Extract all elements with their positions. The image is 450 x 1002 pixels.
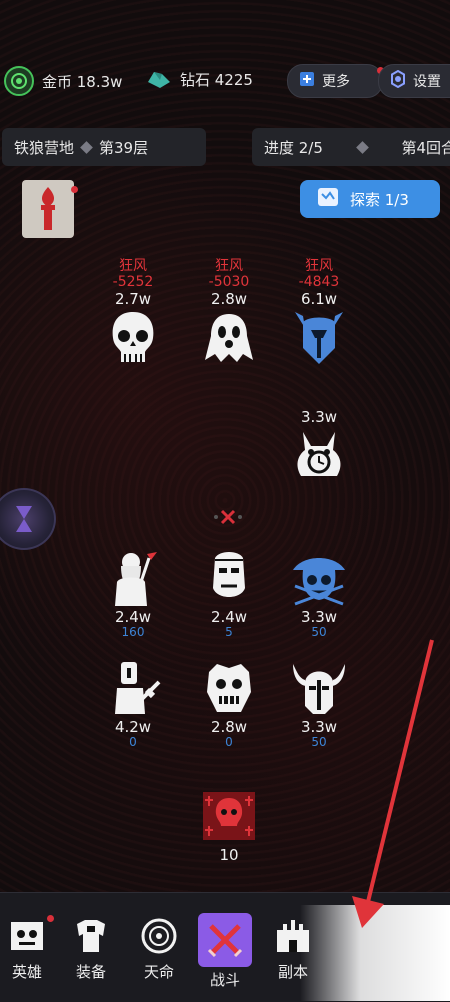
tab-fate-label: 天命	[143, 963, 174, 981]
tab-equipment[interactable]: 装备	[60, 913, 122, 982]
hero-unit[interactable]: 3.3w 50	[274, 658, 364, 749]
explore-button[interactable]: 探索 1/3	[300, 180, 440, 218]
status-effect: 狂风	[215, 258, 243, 274]
tab-heroes-label: 英雄	[11, 963, 42, 981]
cyborg-face-icon	[213, 552, 245, 597]
hero-hp: 3.3w	[300, 608, 338, 626]
pirate-skull-icon	[293, 558, 345, 606]
location-name: 铁狼营地	[14, 138, 75, 157]
armor-icon	[68, 913, 114, 959]
gear-icon	[389, 69, 407, 92]
settings-button[interactable]: 设置	[378, 64, 450, 98]
damage-number: -5030	[208, 274, 250, 290]
enemy-hp: 2.8w	[210, 290, 248, 308]
settings-label: 设置	[413, 74, 441, 90]
fate-icon	[136, 913, 182, 959]
enemy-unit[interactable]: 狂风 -5030 2.8w	[184, 258, 274, 368]
hero-hp: 4.2w	[114, 718, 152, 736]
separator-diamond-icon	[355, 140, 369, 154]
scroll-map-icon	[316, 185, 340, 213]
lion-mask-icon	[207, 664, 251, 712]
more-icon	[298, 70, 316, 92]
knight-sword-icon	[115, 662, 161, 714]
hero-hp: 3.3w	[300, 718, 338, 736]
hero-sub-value: 50	[311, 735, 327, 749]
torch-item[interactable]	[22, 180, 80, 238]
ghost-icon	[205, 314, 253, 362]
enemy-unit[interactable]: 3.3w	[274, 408, 364, 486]
hero-unit[interactable]: 2.4w 5	[184, 548, 274, 639]
skull-icon	[112, 312, 154, 362]
hero-sub-value: 0	[129, 735, 137, 749]
tab-heroes[interactable]: 英雄	[0, 913, 58, 982]
hero-sub-value: 5	[225, 625, 233, 639]
hero-hp: 2.4w	[210, 608, 248, 626]
progress-text: 进度 2/5	[264, 138, 323, 157]
damage-number: -5252	[112, 274, 154, 290]
tab-fate[interactable]: 天命	[128, 913, 190, 982]
damage-number: -4843	[298, 274, 340, 290]
hero-unit[interactable]: 2.8w 0	[184, 658, 274, 749]
gold-label: 金币 18.3w	[42, 72, 123, 91]
hero-unit[interactable]: 2.4w 160	[88, 548, 178, 639]
diamond-resource: 钻石 4225	[146, 66, 253, 92]
enemy-unit[interactable]: 狂风 -4843 6.1w	[274, 258, 364, 368]
hero-sub-value: 0	[225, 735, 233, 749]
horned-helmet-icon	[295, 312, 343, 364]
demon-mask-icon	[297, 432, 341, 476]
red-skull-totem-icon	[203, 792, 255, 840]
hero-hp: 2.4w	[114, 608, 152, 626]
torch-icon	[41, 187, 55, 230]
status-effect: 狂风	[305, 258, 333, 274]
floor-number: 第39层	[99, 138, 149, 157]
hero-hp: 2.8w	[210, 718, 248, 736]
tab-battle[interactable]: 战斗	[194, 913, 256, 990]
hero-sub-value: 160	[121, 625, 145, 639]
top-resource-bar: 金币 18.3w 钻石 4225 更多 设置	[0, 58, 450, 104]
crossed-swords-icon	[198, 913, 252, 967]
progress-bar: 进度 2/5 第4回合	[252, 128, 450, 166]
tab-battle-label: 战斗	[209, 971, 240, 989]
viking-helmet-icon	[293, 664, 345, 714]
enemy-hp: 3.3w	[300, 408, 338, 426]
boss-count: 10	[219, 846, 239, 864]
location-bar: 铁狼营地 第39层	[2, 128, 206, 166]
enemy-unit[interactable]: 狂风 -5252 2.7w	[88, 258, 178, 368]
more-label: 更多	[322, 74, 350, 90]
bearded-warrior-icon	[115, 552, 157, 606]
hero-unit[interactable]: 3.3w 50	[274, 548, 364, 639]
separator-diamond-icon	[80, 140, 93, 154]
explore-label: 探索 1/3	[350, 190, 409, 209]
crossed-swords-divider-icon	[214, 509, 242, 525]
enemy-hp: 2.7w	[114, 290, 152, 308]
gem-icon	[146, 66, 172, 92]
status-effect: 狂风	[119, 258, 147, 274]
diamond-label: 钻石 4225	[180, 70, 253, 89]
enemy-hp: 6.1w	[300, 290, 338, 308]
screen-fade-overlay	[300, 905, 450, 1001]
hero-unit[interactable]: 4.2w 0	[88, 658, 178, 749]
round-text: 第4回合	[401, 138, 450, 157]
tab-equipment-label: 装备	[75, 963, 106, 981]
boss-totem-unit[interactable]: 10	[184, 786, 274, 864]
gold-resource: 金币 18.3w	[4, 66, 122, 96]
gold-coin-icon	[4, 66, 34, 96]
more-button[interactable]: 更多	[287, 64, 386, 98]
hourglass-icon	[16, 506, 32, 532]
heroes-icon	[4, 913, 50, 959]
hero-sub-value: 50	[311, 625, 327, 639]
